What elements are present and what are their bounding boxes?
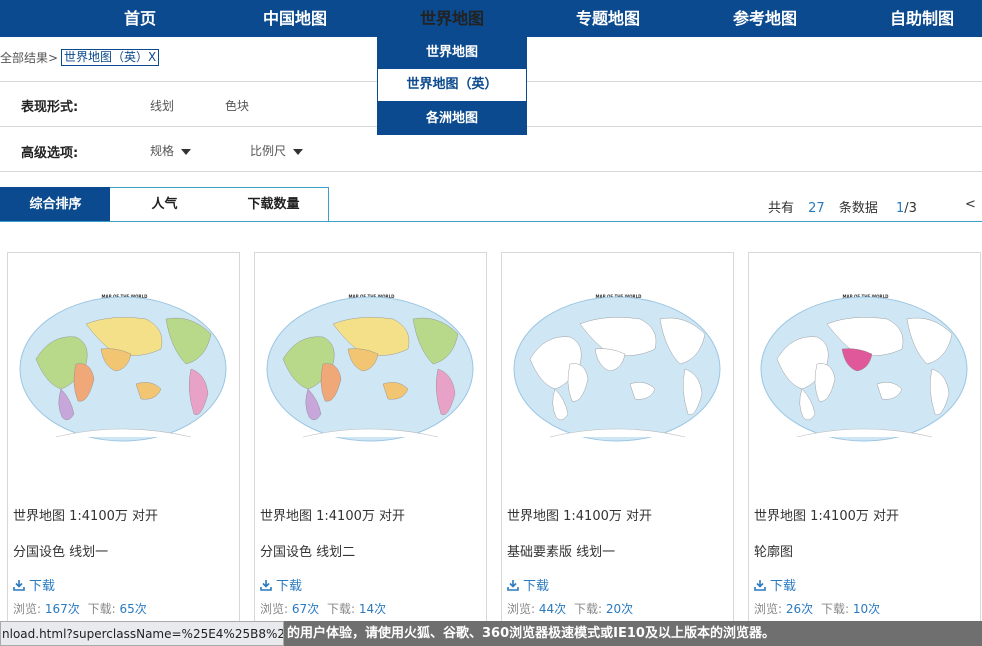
nav-home[interactable]: 首页 [95, 0, 185, 37]
style-option-fill[interactable]: 色块 [225, 97, 249, 114]
scale-dropdown[interactable]: 比例尺 [250, 142, 304, 159]
scale-dropdown-label: 比例尺 [250, 144, 287, 158]
card-subtitle: 基础要素版 线划一 [507, 545, 616, 560]
nav-thematic-map[interactable]: 专题地图 [563, 0, 653, 37]
dropdown-item-world-map-en[interactable]: 世界地图（英） [378, 69, 526, 101]
card-stats: 浏览: 167次 下载: 65次 [13, 600, 147, 617]
nav-world-map[interactable]: 世界地图 [407, 0, 497, 37]
views-count: 26次 [785, 602, 814, 616]
top-nav: 首页 中国地图 世界地图 专题地图 参考地图 自助制图 [0, 0, 982, 37]
dropdown-item-continent-map[interactable]: 各洲地图 [377, 103, 527, 135]
sort-tab-downloads[interactable]: 下载数量 [219, 187, 329, 221]
download-icon [260, 580, 272, 591]
filter-tag-remove[interactable]: 世界地图（英）X [61, 49, 160, 66]
downloads-label: 下载: [573, 602, 603, 616]
downloads-count: 20次 [605, 602, 634, 616]
world-map-dropdown: 世界地图 世界地图（英） 各洲地图 [377, 37, 527, 135]
card-subtitle: 轮廓图 [754, 545, 794, 560]
card-subtitle: 分国设色 线划二 [260, 545, 356, 560]
views-count: 67次 [291, 602, 320, 616]
downloads-label: 下载: [820, 602, 850, 616]
nav-china-map[interactable]: 中国地图 [250, 0, 340, 37]
card-stats: 浏览: 67次 下载: 14次 [260, 600, 386, 617]
downloads-count: 10次 [852, 602, 881, 616]
card-title[interactable]: 世界地图 1:4100万 对开 [754, 505, 899, 524]
download-button[interactable]: 下载 [754, 575, 796, 594]
downloads-count: 14次 [358, 602, 387, 616]
download-label: 下载 [29, 579, 56, 594]
spec-dropdown-label: 规格 [150, 144, 175, 158]
result-count: 共有 27 条数据 1/3 [768, 197, 917, 216]
views-label: 浏览: [260, 602, 289, 616]
result-count-prefix: 共有 [768, 201, 795, 216]
map-thumbnail[interactable] [263, 289, 478, 449]
divider [0, 171, 982, 172]
style-filter-label: 表现形式: [21, 100, 79, 115]
caret-down-icon [181, 148, 192, 155]
download-button[interactable]: 下载 [507, 575, 549, 594]
download-icon [507, 580, 519, 591]
sort-tab-overall[interactable]: 综合排序 [0, 187, 111, 221]
views-label: 浏览: [754, 602, 783, 616]
card-title[interactable]: 世界地图 1:4100万 对开 [260, 505, 405, 524]
dropdown-item-world-map[interactable]: 世界地图 [377, 37, 527, 69]
card-subtitle: 分国设色 线划一 [13, 545, 109, 560]
downloads-label: 下载: [326, 602, 356, 616]
views-label: 浏览: [507, 602, 536, 616]
map-card[interactable]: MAP OF THE WORLD 世界地图 1:4100万 对开 轮廓图 下载 … [748, 252, 981, 632]
card-stats: 浏览: 26次 下载: 10次 [754, 600, 880, 617]
map-card[interactable]: MAP OF THE WORLD 世界地图 1:4100万 对开 基础要素版 线… [501, 252, 734, 632]
sort-tab-popularity[interactable]: 人气 [110, 187, 220, 221]
download-button[interactable]: 下载 [260, 575, 302, 594]
downloads-count: 65次 [119, 602, 147, 616]
card-stats: 浏览: 44次 下载: 20次 [507, 600, 633, 617]
spec-dropdown[interactable]: 规格 [150, 142, 192, 159]
views-label: 浏览: [13, 602, 42, 616]
downloads-label: 下载: [87, 602, 116, 616]
card-title[interactable]: 世界地图 1:4100万 对开 [13, 505, 158, 524]
views-count: 44次 [538, 602, 567, 616]
map-card[interactable]: MAP OF THE WORLD 世界地图 1:4100万 对开 分国设色 线划… [7, 252, 240, 632]
download-label: 下载 [770, 579, 797, 594]
views-count: 167次 [44, 602, 80, 616]
download-icon [754, 580, 766, 591]
total-pages: /3 [904, 201, 917, 216]
advanced-filter-label: 高级选项: [21, 146, 79, 161]
nav-reference-map[interactable]: 参考地图 [720, 0, 810, 37]
result-count-suffix: 条数据 [838, 201, 878, 216]
download-label: 下载 [523, 579, 550, 594]
download-button[interactable]: 下载 [13, 575, 55, 594]
download-label: 下载 [276, 579, 303, 594]
style-option-line[interactable]: 线划 [150, 97, 174, 114]
map-thumbnail[interactable] [757, 289, 972, 449]
prev-page-button[interactable]: < [965, 197, 976, 212]
map-thumbnail[interactable] [510, 289, 725, 449]
map-thumbnail[interactable] [16, 289, 231, 449]
result-total: 27 [808, 201, 825, 216]
caret-down-icon [293, 148, 304, 155]
card-title[interactable]: 世界地图 1:4100万 对开 [507, 505, 652, 524]
breadcrumb-root[interactable]: 全部结果> [0, 49, 58, 66]
download-icon [13, 580, 25, 591]
status-url: nload.html?superclassName=%25E4%25B8%25.… [0, 621, 284, 646]
browser-notice-text: 的用户体验，请使用火狐、谷歌、360浏览器极速模式或IE10及以上版本的浏览器。 [287, 626, 775, 641]
map-card[interactable]: MAP OF THE WORLD 世界地图 1:4100万 对开 分国设色 线划… [254, 252, 487, 632]
nav-custom-map[interactable]: 自助制图 [877, 0, 967, 37]
